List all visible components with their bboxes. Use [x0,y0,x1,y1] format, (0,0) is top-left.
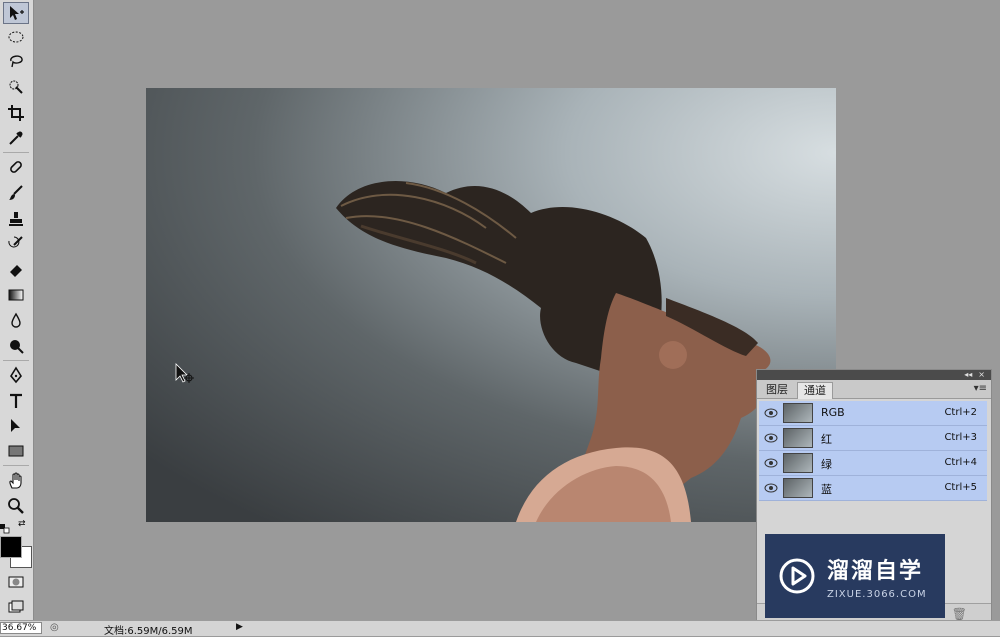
status-menu-arrow-icon[interactable]: ▶ [236,622,246,634]
canvas-image [336,181,771,522]
rectangle-tool-icon[interactable] [3,440,29,462]
watermark-logo: 溜溜自学 ZIXUE.3066.COM [765,534,945,618]
swap-colors-icon[interactable]: ⇄ [18,519,28,529]
channel-thumbnail [783,428,813,448]
channel-name: RGB [821,406,845,419]
type-tool-icon[interactable] [3,390,29,412]
channel-shortcut: Ctrl+3 [944,432,977,443]
channel-row[interactable]: 绿 Ctrl+4 [759,451,987,476]
healing-brush-tool-icon[interactable] [3,156,29,178]
channel-thumbnail [783,478,813,498]
zoom-level[interactable]: 36.67% [0,622,42,634]
watermark-url: ZIXUE.3066.COM [827,588,927,600]
visibility-eye-icon[interactable] [764,482,778,494]
collapse-icon[interactable]: ◂◂ [964,370,972,380]
move-cursor-icon [174,362,198,386]
channel-shortcut: Ctrl+4 [944,457,977,468]
visibility-eye-icon[interactable] [764,432,778,444]
foreground-color-swatch[interactable] [0,536,22,558]
watermark-name: 溜溜自学 [827,558,924,584]
crop-tool-icon[interactable] [3,102,29,124]
quick-mask-icon[interactable] [3,571,29,593]
channel-shortcut: Ctrl+2 [944,407,977,418]
status-options-icon[interactable]: ◎ [50,622,59,633]
brush-tool-icon[interactable] [3,182,29,204]
play-logo-icon [779,558,815,594]
tab-channels[interactable]: 通道 [797,382,833,399]
channel-name: 红 [821,433,832,446]
pen-tool-icon[interactable] [3,364,29,386]
visibility-eye-icon[interactable] [764,457,778,469]
default-colors-icon[interactable] [0,519,10,534]
blur-tool-icon[interactable] [3,310,29,332]
hand-tool-icon[interactable] [3,470,29,492]
eraser-tool-icon[interactable] [3,258,29,280]
channel-thumbnail [783,403,813,423]
path-selection-tool-icon[interactable] [3,415,29,437]
quick-selection-tool-icon[interactable] [3,76,29,98]
panel-menu-icon[interactable]: ▾≡ [974,383,987,394]
channel-row[interactable]: 蓝 Ctrl+5 [759,476,987,501]
marquee-tool-icon[interactable] [3,26,29,48]
visibility-eye-icon[interactable] [764,407,778,419]
tab-layers[interactable]: 图层 [760,382,794,398]
move-tool-icon[interactable] [3,2,29,24]
zoom-tool-icon[interactable] [3,495,29,517]
panel-titlebar: ◂◂ × [757,370,991,380]
tools-panel: ⇄ [0,0,34,620]
close-panel-icon[interactable]: × [978,370,985,380]
channel-thumbnail [783,453,813,473]
channel-name: 蓝 [821,483,832,496]
dodge-tool-icon[interactable] [3,335,29,357]
eyedropper-tool-icon[interactable] [3,127,29,149]
lasso-tool-icon[interactable] [3,50,29,72]
history-brush-tool-icon[interactable] [3,233,29,255]
delete-channel-icon[interactable]: 🗑 [952,607,967,621]
channel-shortcut: Ctrl+5 [944,482,977,493]
clone-stamp-tool-icon[interactable] [3,208,29,230]
document-canvas[interactable] [146,88,836,522]
panel-tabs: 图层 通道 ▾≡ [757,380,991,399]
channel-row[interactable]: RGB Ctrl+2 [759,401,987,426]
channel-name: 绿 [821,458,832,471]
gradient-tool-icon[interactable] [3,284,29,306]
screen-mode-icon[interactable] [3,596,29,618]
status-bar: 36.67% ◎ 文档:6.59M/6.59M ▶ [0,620,1000,637]
channel-row[interactable]: 红 Ctrl+3 [759,426,987,451]
